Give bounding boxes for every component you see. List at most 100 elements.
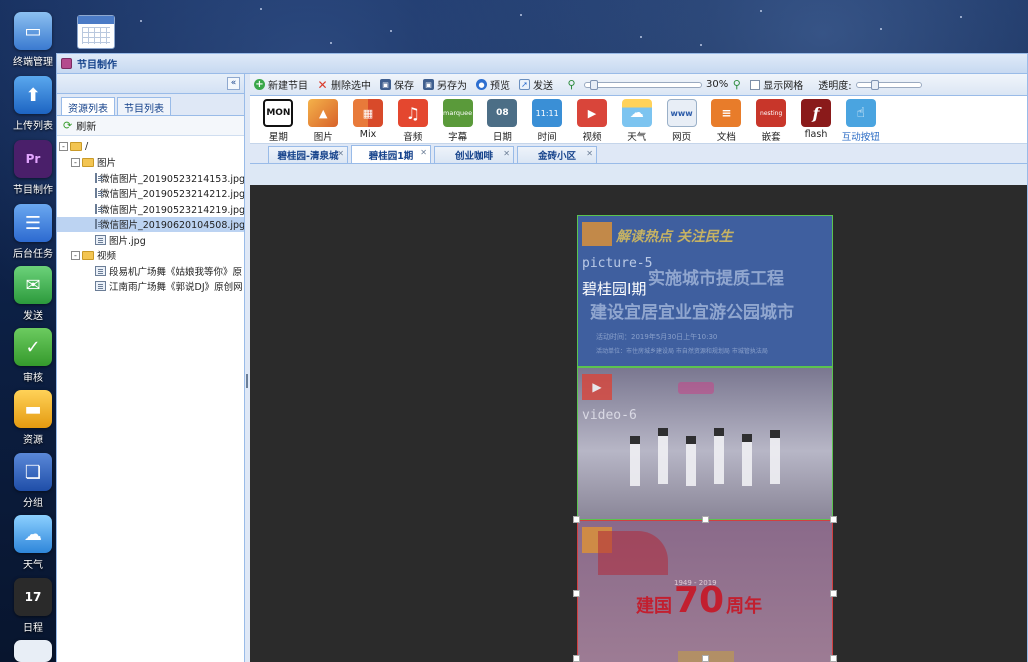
dock-item-group[interactable]: ❏ 分组 — [6, 453, 60, 509]
zoom-in-icon[interactable]: ⚲ — [731, 78, 742, 91]
opacity-label: 透明度: — [818, 81, 852, 92]
tree-toggle-icon[interactable]: - — [71, 250, 80, 260]
dock-item-weather[interactable]: ☁ 天气 — [6, 515, 60, 571]
desktop-calendar-icon[interactable] — [77, 15, 115, 49]
resize-handle[interactable] — [702, 516, 709, 523]
region-picture-5[interactable]: 解读热点 关注民生 picture-5 实施城市提质工程 碧桂园I期 建设宜居宜… — [577, 215, 833, 367]
tree-node-file[interactable]: 江南雨广场舞《郭说DJ》原创网 — [57, 279, 244, 295]
window-title: 节目制作 — [77, 60, 117, 71]
component-marquee[interactable]: marquee 字幕 — [435, 99, 480, 143]
component-nested[interactable]: nesting 嵌套 — [749, 99, 794, 143]
component-audio[interactable]: ♫ 音频 — [390, 99, 435, 143]
tree-node-file-selected[interactable]: 微信图片_20190620104508.jpg — [57, 216, 244, 232]
component-time[interactable]: 11:11 时间 — [525, 99, 570, 143]
close-icon[interactable]: ✕ — [503, 149, 510, 158]
folder-icon — [70, 142, 82, 152]
component-interactive-button[interactable]: ☝ 互动按钮 — [838, 99, 883, 143]
dock-item-program[interactable]: Pr 节目制作 — [6, 140, 60, 196]
dock-label: 审核 — [23, 373, 43, 384]
group-icon: ❏ — [14, 453, 52, 491]
dock-item-tasks[interactable]: ☰ 后台任务 — [6, 204, 60, 260]
component-video[interactable]: ▶ 视频 — [570, 99, 615, 143]
component-label: 字幕 — [448, 132, 468, 143]
dock-item-resource[interactable]: ▬ 资源 — [6, 390, 60, 446]
dock-label: 后台任务 — [13, 249, 53, 260]
close-icon[interactable]: ✕ — [420, 148, 427, 157]
save-as-label: 另存为 — [437, 81, 467, 92]
dock-item-chart[interactable] — [6, 640, 60, 662]
refresh-label: 刷新 — [76, 122, 97, 133]
component-document[interactable]: ≡ 文档 — [704, 99, 749, 143]
component-mix[interactable]: ▦ Mix — [346, 99, 391, 140]
document-icon: ≡ — [711, 99, 742, 127]
dock-item-terminal[interactable]: ▭ 终端管理 — [6, 12, 60, 68]
tab-program-1[interactable]: 碧桂园-清泉城 ✕ — [268, 146, 348, 163]
resize-handle[interactable] — [573, 655, 580, 662]
save-button[interactable]: ▣ 保存 — [380, 77, 414, 92]
pic1-line2: 建设宜居宜业宜游公园城市 — [590, 303, 794, 323]
program-canvas[interactable]: 解读热点 关注民生 picture-5 实施城市提质工程 碧桂园I期 建设宜居宜… — [250, 185, 1027, 662]
send-button[interactable]: ➚ 发送 — [519, 77, 553, 92]
resize-handle[interactable] — [573, 516, 580, 523]
component-picture[interactable]: ▲ 图片 — [301, 99, 346, 143]
time-text: 11:11 — [535, 108, 559, 118]
delete-selected-button[interactable]: ✕ 删除选中 — [317, 77, 371, 93]
opacity-slider-thumb[interactable] — [870, 79, 879, 90]
zoom-slider[interactable] — [584, 79, 702, 90]
collapse-panel-button[interactable]: « — [227, 77, 240, 90]
tree-node-videos[interactable]: - 视频 — [57, 248, 244, 264]
tree-node-file[interactable]: 微信图片_20190523214212.jpg — [57, 186, 244, 202]
preview-button[interactable]: ● 预览 — [476, 77, 510, 92]
resize-handle[interactable] — [830, 516, 837, 523]
pic1-line1: 实施城市提质工程 — [648, 269, 784, 289]
region-picture-anniversary[interactable]: 1949 - 2019 建国 70 周年 — [577, 520, 833, 662]
component-flash[interactable]: f flash — [794, 99, 839, 140]
close-icon[interactable]: ✕ — [586, 149, 593, 158]
dock-item-send[interactable]: ✉ 发送 — [6, 266, 60, 322]
zoom-slider-thumb[interactable] — [590, 79, 598, 90]
component-date[interactable]: 08 日期 — [480, 99, 525, 143]
dock-item-upload[interactable]: ⬆ 上传列表 — [6, 76, 60, 132]
webpage-icon: www — [666, 99, 697, 127]
delete-selected-label: 删除选中 — [331, 81, 371, 92]
component-weather[interactable]: ☁ 天气 — [614, 99, 659, 143]
opacity-slider[interactable] — [855, 79, 922, 90]
tree-node-root[interactable]: - / — [57, 139, 244, 155]
zoom-out-icon[interactable]: ⚲ — [566, 78, 577, 91]
calendar-icon: 17 — [14, 578, 52, 616]
video-file-icon — [95, 265, 106, 276]
tab-program-2[interactable]: 碧桂园1期 ✕ — [351, 145, 431, 163]
component-weekday[interactable]: MON 星期 — [256, 99, 301, 143]
refresh-button[interactable]: ⟳ 刷新 — [57, 116, 244, 136]
region-video-6[interactable]: ▶ video-6 — [577, 367, 833, 520]
tree-node-file[interactable]: 图片.jpg — [57, 232, 244, 248]
tree-node-file[interactable]: 微信图片_20190523214153.jpg — [57, 170, 244, 186]
resize-handle[interactable] — [702, 655, 709, 662]
show-grid-checkbox[interactable] — [750, 79, 761, 90]
resize-handle[interactable] — [573, 590, 580, 597]
close-icon[interactable]: ✕ — [337, 149, 344, 158]
save-as-button[interactable]: ▣ 另存为 — [423, 77, 467, 92]
resize-handle[interactable] — [830, 655, 837, 662]
show-grid-toggle[interactable]: 显示网格 — [750, 77, 803, 92]
tab-resource-list[interactable]: 资源列表 — [61, 97, 115, 115]
dock-item-review[interactable]: ✓ 审核 — [6, 328, 60, 384]
tree-node-pictures[interactable]: - 图片 — [57, 155, 244, 171]
tab-program-3[interactable]: 创业咖啡 ✕ — [434, 146, 514, 163]
tree-toggle-icon[interactable]: - — [71, 157, 80, 167]
tree-toggle-icon[interactable]: - — [59, 142, 68, 152]
tab-program-list[interactable]: 节目列表 — [117, 97, 171, 115]
dock-label: 分组 — [23, 498, 43, 509]
resize-handle[interactable] — [830, 590, 837, 597]
pic1-info1: 活动时间：2019年5月30日上午10:30 — [596, 333, 718, 341]
save-as-icon: ▣ — [423, 79, 434, 90]
new-program-button[interactable]: + 新建节目 — [254, 77, 308, 92]
dock-item-schedule[interactable]: 17 日程 — [6, 578, 60, 634]
tree-node-file[interactable]: 段易机广场舞《姑娘我等你》原 — [57, 263, 244, 279]
send-icon: ✉ — [14, 266, 52, 304]
tree-node-label: 图片.jpg — [109, 235, 146, 247]
component-webpage[interactable]: www 网页 — [659, 99, 704, 143]
tab-program-4[interactable]: 金砖小区 ✕ — [517, 146, 597, 163]
tree-node-file[interactable]: 微信图片_20190523214219.jpg — [57, 201, 244, 217]
component-label: 音频 — [403, 132, 423, 143]
